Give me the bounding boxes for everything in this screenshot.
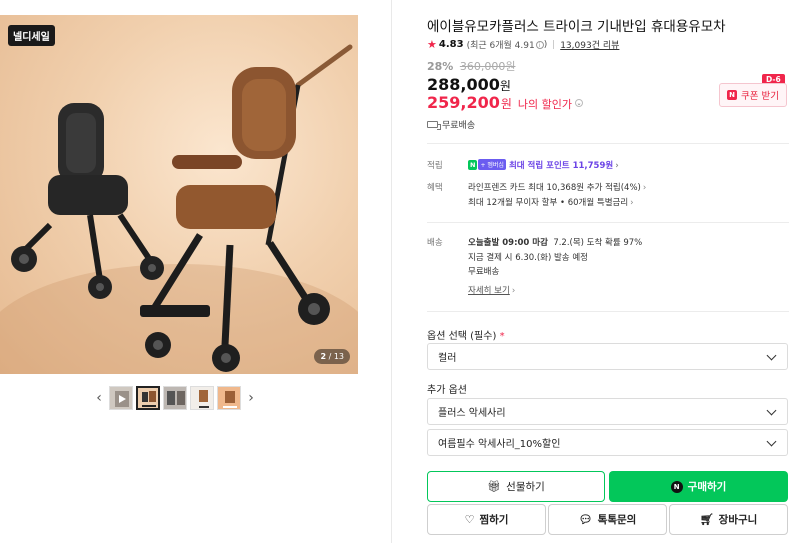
- my-discount-price[interactable]: 259,200 원 나의 할인가 ⌄: [427, 93, 584, 112]
- color-option-select[interactable]: 컬러: [427, 343, 788, 370]
- buy-button[interactable]: N 구매하기: [609, 471, 788, 502]
- thumbnail[interactable]: [217, 386, 241, 410]
- thumbnail[interactable]: [190, 386, 214, 410]
- talk-inquiry-button[interactable]: 💬︎ 톡톡문의: [548, 504, 667, 535]
- free-shipping-note: 무료배송: [427, 118, 475, 131]
- gift-button[interactable]: 🎁︎ 선물하기: [427, 471, 605, 502]
- sale-badge: 넬디세일: [8, 25, 55, 46]
- truck-icon: [427, 121, 441, 130]
- gift-icon: 🎁︎: [487, 480, 502, 493]
- max-points: 최대 적립 포인트 11,759원: [508, 161, 614, 171]
- additional-option-label: 추가 옵션: [427, 385, 467, 396]
- thumbnail[interactable]: [109, 386, 133, 410]
- chevron-down-icon[interactable]: ⌄: [575, 98, 584, 107]
- stroller-illustration: [11, 44, 353, 372]
- addon-select-2[interactable]: 여름필수 악세사리_10%할인: [427, 429, 788, 456]
- option-label: 옵션 선택 (필수) *: [427, 331, 505, 342]
- original-price: 360,000원: [459, 60, 516, 73]
- black-stroller-image: [11, 103, 164, 299]
- review-count-link[interactable]: 13,093건 리뷰: [560, 38, 619, 51]
- wishlist-button[interactable]: ♡ 찜하기: [427, 504, 546, 535]
- chevron-right-icon[interactable]: ›: [244, 386, 258, 410]
- chevron-down-icon: [766, 436, 777, 447]
- rating-summary: ★ 4.83 (최근 6개월 4.91 i) 13,093건 리뷰: [427, 38, 620, 51]
- sale-price: 288,000원: [427, 75, 511, 94]
- shipping-details-link[interactable]: 자세히 보기: [468, 286, 510, 296]
- heart-icon: ♡: [464, 513, 475, 526]
- chevron-right-icon: ›: [511, 286, 516, 296]
- image-counter: 2 / 13: [314, 349, 350, 364]
- chevron-left-icon[interactable]: ‹: [92, 386, 106, 410]
- naver-n-icon: N: [727, 90, 737, 100]
- thumbnail-active[interactable]: [136, 386, 160, 410]
- divider: [427, 222, 789, 223]
- addon-select-1[interactable]: 플러스 악세사리: [427, 398, 788, 425]
- thumbnail-strip: ‹ ›: [92, 385, 258, 411]
- discount-rate: 28%: [427, 60, 454, 73]
- product-title: 에이블유모카플러스 트라이크 기내반입 휴대용유모차: [427, 19, 726, 35]
- rating-recent: (최근 6개월 4.91: [466, 41, 535, 51]
- chevron-down-icon: [766, 350, 777, 361]
- divider: [427, 311, 789, 312]
- divider: [427, 143, 789, 144]
- discount-row: 28% 360,000원: [427, 58, 515, 74]
- product-gallery: 넬디세일 2 / 13 ‹ ›: [0, 0, 392, 543]
- main-product-image[interactable]: 넬디세일 2 / 13: [0, 15, 358, 374]
- chevron-down-icon: [766, 405, 777, 416]
- chat-icon: 💬︎: [578, 513, 593, 526]
- info-icon[interactable]: i: [535, 40, 544, 49]
- coupon-button[interactable]: N 쿠폰 받기: [719, 83, 787, 107]
- membership-icon: + 멤버십: [478, 159, 506, 170]
- rating-score: 4.83: [438, 39, 464, 50]
- my-price-label: 나의 할인가: [517, 98, 573, 111]
- thumbnail[interactable]: [163, 386, 187, 410]
- cart-button[interactable]: 🛒︎ 장바구니: [669, 504, 788, 535]
- cart-icon: 🛒︎: [699, 513, 714, 526]
- star-icon: ★: [427, 38, 437, 51]
- brown-stroller-image: [140, 44, 353, 372]
- naver-pay-icon: N: [468, 160, 478, 170]
- chevron-right-icon: ›: [615, 161, 619, 171]
- chevron-right-icon: ›: [642, 183, 647, 193]
- naver-n-icon: N: [670, 480, 683, 493]
- chevron-right-icon: ›: [630, 198, 634, 208]
